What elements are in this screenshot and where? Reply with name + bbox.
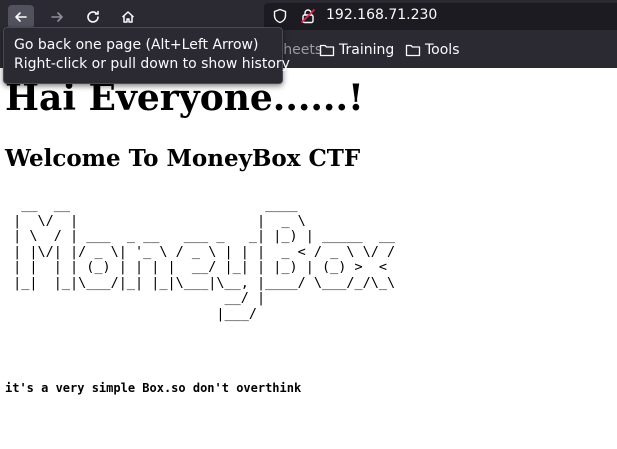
page-content: Hai Everyone......! Welcome To MoneyBox … [0,68,617,449]
home-button[interactable] [115,5,141,29]
hint-text: it's a very simple Box.so don't overthin… [5,381,302,395]
bookmark-label: Tools [425,42,460,58]
lock-icon[interactable] [300,8,316,24]
forward-arrow-icon [51,12,63,22]
folder-icon [319,44,335,57]
forward-button[interactable] [44,5,70,29]
url-text[interactable]: 192.168.71.230 [326,7,437,23]
shield-icon[interactable] [272,8,288,24]
bookmark-folder-training[interactable]: Training [319,42,394,58]
bookmark-label: Training [339,42,395,58]
moneybox-ascii-art: __ __ ____ | \/ | | _ \ | \ / | ___ _ __… [13,197,396,322]
back-arrow-icon [15,12,27,22]
back-button[interactable] [8,5,34,29]
page-subheading: Welcome To MoneyBox CTF [5,145,361,172]
bookmark-folder-tools[interactable]: Tools [405,42,460,58]
tooltip-line-2: Right-click or pull down to show history [14,56,290,72]
reload-icon [87,10,99,23]
home-icon [121,11,135,23]
folder-icon [405,44,421,57]
url-bar[interactable]: 192.168.71.230 [264,3,617,30]
reload-button[interactable] [80,5,106,29]
back-button-tooltip: Go back one page (Alt+Left Arrow) Right-… [3,27,290,84]
tooltip-line-1: Go back one page (Alt+Left Arrow) [14,37,259,53]
